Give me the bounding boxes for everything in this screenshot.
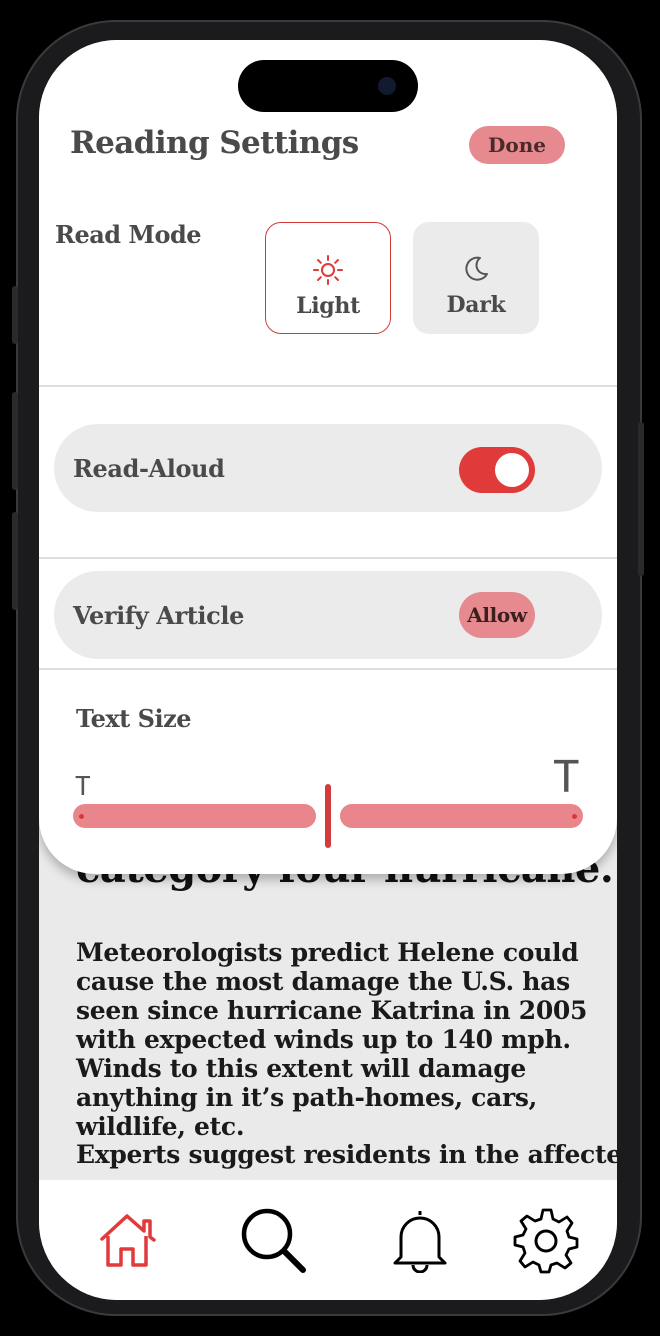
verify-article-label: Verify Article [73,601,244,630]
verify-article-row: Verify Article Allow [54,571,602,659]
done-button[interactable]: Done [469,126,565,164]
small-text-icon: T [75,772,91,802]
moon-icon [465,256,488,281]
text-size-slider-thumb[interactable] [325,784,331,848]
read-aloud-toggle[interactable] [459,447,535,493]
light-mode-label: Light [296,293,360,319]
text-size-label: Text Size [76,704,191,733]
volume-up-button [12,392,18,490]
toggle-knob [495,453,529,487]
sheet-title: Reading Settings [70,125,359,161]
large-text-icon: T [553,752,580,803]
reading-settings-sheet: Reading Settings Done Read Mode Light Da… [39,40,617,874]
action-button [12,286,18,344]
home-icon [100,1214,156,1267]
volume-down-button [12,512,18,610]
tab-notifications[interactable] [382,1202,458,1278]
screen: category four hurricane. Meteorologists … [39,40,617,1300]
tab-bar [39,1180,617,1300]
search-icon [241,1208,306,1273]
tab-home[interactable] [89,1202,165,1278]
text-size-track-right[interactable] [340,804,583,828]
gear-icon [513,1208,579,1274]
bell-icon [393,1211,447,1273]
divider [39,668,617,670]
track-min-dot [79,814,84,819]
dark-mode-button[interactable]: Dark [413,222,539,334]
read-aloud-row: Read-Aloud [54,424,602,512]
dynamic-island [238,60,418,112]
divider [39,385,617,387]
tab-settings[interactable] [509,1202,585,1278]
text-size-track-left[interactable] [73,804,316,828]
read-aloud-label: Read-Aloud [73,454,225,483]
dark-mode-label: Dark [446,292,506,318]
camera-icon [378,77,396,95]
divider [39,557,617,559]
sun-icon [313,255,343,285]
power-button [638,422,644,576]
read-mode-label: Read Mode [55,220,202,249]
allow-button[interactable]: Allow [459,592,535,638]
light-mode-button[interactable]: Light [265,222,391,334]
tab-search[interactable] [235,1202,311,1278]
article-paragraph: Meteorologists predict Helene could caus… [76,938,588,1141]
article-paragraph: Experts suggest residents in the affecte… [76,1140,617,1169]
track-max-dot [572,814,577,819]
